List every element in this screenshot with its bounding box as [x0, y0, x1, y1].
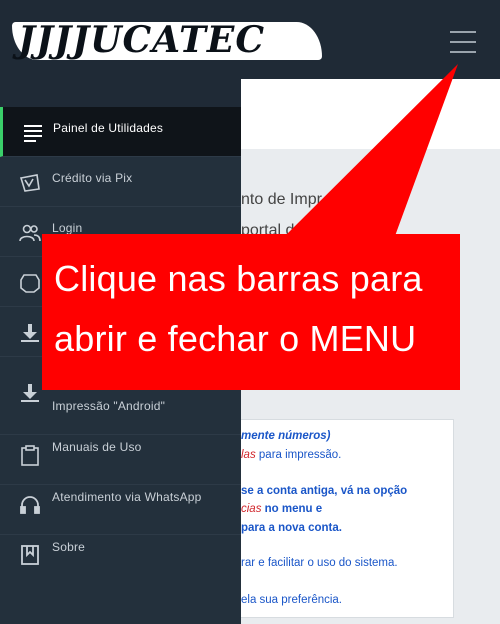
- brand-logo[interactable]: JJJJUCATEC: [12, 19, 322, 61]
- card-line-3: se a conta antiga, vá na opção: [241, 485, 408, 497]
- users-icon: [19, 224, 41, 242]
- callout-line-1: Clique nas barras para: [54, 258, 423, 299]
- card-line-7: ela sua preferência.: [241, 594, 343, 606]
- callout-box: Clique nas barras para abrir e fechar o …: [42, 234, 460, 390]
- download-icon: [21, 324, 39, 342]
- headset-icon: [20, 496, 40, 514]
- callout-line-2: abrir e fechar o MENU: [54, 318, 417, 359]
- top-navbar: JJJJUCATEC: [0, 0, 500, 79]
- sidebar-item-label: Painel de Utilidades: [53, 121, 164, 135]
- clipboard-icon: [21, 445, 39, 466]
- sidebar-item-label: Impressão "Android": [52, 399, 166, 413]
- info-card: mente números) las para impressão. se a …: [241, 419, 454, 618]
- content-header: [241, 79, 500, 149]
- card-line-6: rar e facilitar o uso do sistema.: [241, 557, 398, 569]
- sidebar-item-credito-pix[interactable]: Crédito via Pix: [0, 157, 241, 207]
- bookmark-icon: [21, 545, 39, 565]
- page-heading: nto de Impr: [241, 191, 322, 208]
- sidebar-item-label: Sobre: [52, 540, 86, 554]
- brand-logo-text: JJJJUCATEC: [18, 19, 266, 61]
- hamburger-menu-icon[interactable]: [450, 31, 476, 53]
- sidebar-item-whatsapp[interactable]: Atendimento via WhatsApp: [0, 485, 241, 535]
- sidebar-item-sobre[interactable]: Sobre: [0, 535, 241, 585]
- sidebar-item-painel[interactable]: Painel de Utilidades: [0, 107, 241, 157]
- sidebar-item-manuais[interactable]: Manuais de Uso: [0, 435, 241, 485]
- download-icon: [21, 384, 39, 402]
- card-line-5: para a nova conta.: [241, 522, 342, 534]
- card-line-2: las para impressão.: [241, 449, 342, 461]
- card-line-4: cias no menu e: [241, 503, 323, 515]
- sidebar-item-label: Crédito via Pix: [52, 171, 133, 185]
- pix-icon: [19, 174, 40, 192]
- shield-icon: [20, 274, 40, 293]
- sidebar-item-label: Manuais de Uso: [52, 440, 142, 454]
- card-line-1: mente números): [241, 430, 331, 442]
- list-icon: [24, 125, 42, 142]
- sidebar-item-label: Atendimento via WhatsApp: [52, 490, 202, 504]
